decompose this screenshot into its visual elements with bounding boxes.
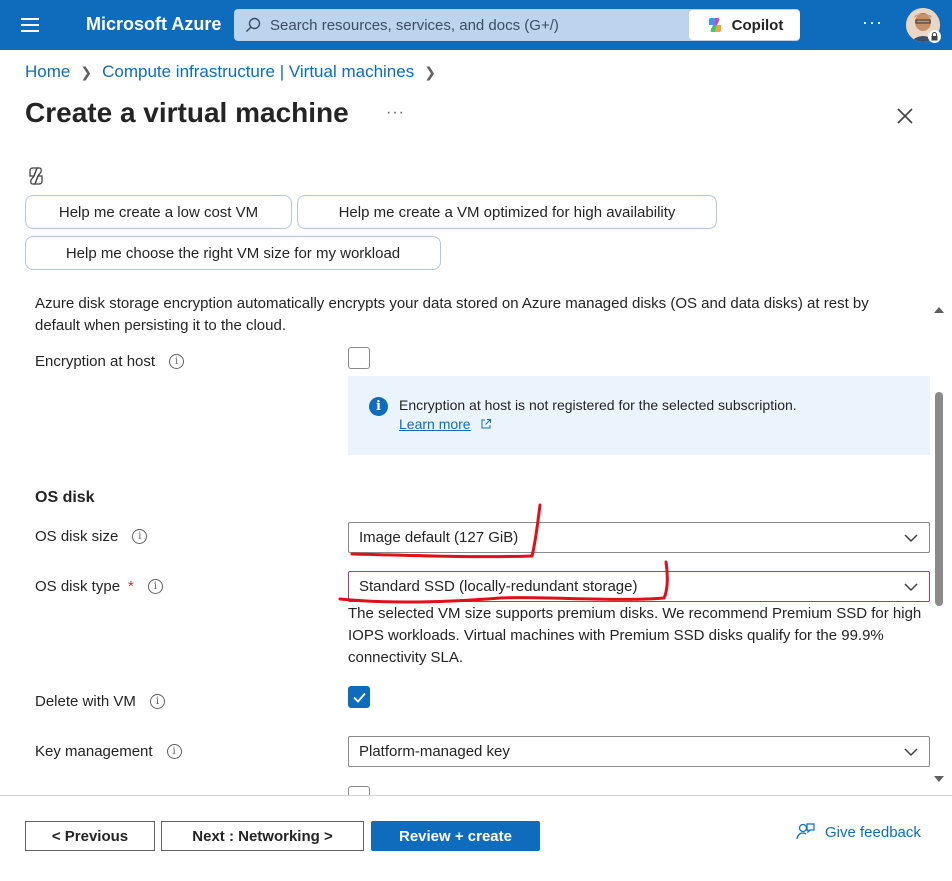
delete-with-vm-label: Delete with VM i xyxy=(35,693,165,710)
encryption-info-banner: i Encryption at host is not registered f… xyxy=(348,376,930,455)
key-management-dropdown[interactable]: Platform-managed key xyxy=(348,736,930,767)
info-icon[interactable]: i xyxy=(169,354,185,369)
info-icon[interactable]: i xyxy=(149,694,165,709)
next-networking-button[interactable]: Next : Networking > xyxy=(161,821,364,851)
copilot-button[interactable]: Copilot xyxy=(689,10,800,40)
os-disk-size-text: OS disk size xyxy=(35,528,119,545)
brand-title[interactable]: Microsoft Azure xyxy=(86,14,221,35)
os-disk-type-dropdown[interactable]: Standard SSD (locally-redundant storage) xyxy=(348,571,930,602)
suggestion-low-cost-vm[interactable]: Help me create a low cost VM xyxy=(25,195,292,229)
os-disk-type-value: Standard SSD (locally-redundant storage) xyxy=(359,578,638,595)
os-disk-size-label: OS disk size i xyxy=(35,528,148,545)
chevron-right-icon: ❯ xyxy=(80,63,93,80)
chevron-down-icon xyxy=(904,583,918,592)
search-input[interactable] xyxy=(270,9,710,41)
delete-with-vm-text: Delete with VM xyxy=(35,693,136,710)
encryption-at-host-checkbox[interactable] xyxy=(348,347,370,369)
breadcrumb-virtual-machines[interactable]: Compute infrastructure | Virtual machine… xyxy=(102,62,414,82)
page-title: Create a virtual machine xyxy=(25,97,349,128)
breadcrumb: Home ❯ Compute infrastructure | Virtual … xyxy=(25,62,446,82)
learn-more-link[interactable]: Learn more xyxy=(399,416,471,432)
search-icon xyxy=(246,17,261,32)
key-management-label: Key management i xyxy=(35,743,182,760)
os-disk-type-label: OS disk type * i xyxy=(35,578,163,595)
os-disk-type-text: OS disk type xyxy=(35,578,121,595)
chevron-down-icon xyxy=(904,534,918,543)
previous-button[interactable]: < Previous xyxy=(25,821,155,851)
review-create-button[interactable]: Review + create xyxy=(371,821,540,851)
suggestion-vm-size[interactable]: Help me choose the right VM size for my … xyxy=(25,236,441,270)
scroll-up-arrow-icon[interactable] xyxy=(933,305,945,315)
external-link-icon[interactable] xyxy=(480,418,492,430)
copilot-label: Copilot xyxy=(731,16,784,34)
breadcrumb-home[interactable]: Home xyxy=(25,62,70,82)
info-banner-message: Encryption at host is not registered for… xyxy=(399,397,797,413)
encryption-at-host-text: Encryption at host xyxy=(35,353,156,370)
encryption-at-host-label: Encryption at host i xyxy=(35,353,185,370)
os-disk-size-value: Image default (127 GiB) xyxy=(359,529,519,546)
top-bar: Microsoft Azure Copilot ··· xyxy=(0,0,952,50)
more-options-icon[interactable]: ··· xyxy=(862,12,883,33)
suggestion-high-availability-vm[interactable]: Help me create a VM optimized for high a… xyxy=(297,195,717,229)
disk-encryption-description: Azure disk storage encryption automatica… xyxy=(35,295,869,334)
delete-with-vm-checkbox[interactable] xyxy=(348,686,370,708)
give-feedback-link[interactable]: Give feedback xyxy=(795,822,921,842)
give-feedback-label: Give feedback xyxy=(825,823,921,841)
checkmark-icon xyxy=(353,692,366,703)
key-management-value: Platform-managed key xyxy=(359,743,510,760)
copilot-suggestion-icon xyxy=(29,167,43,185)
os-disk-section-title: OS disk xyxy=(35,489,95,506)
close-icon[interactable] xyxy=(894,105,916,127)
feedback-icon xyxy=(796,823,815,840)
footer-divider xyxy=(0,795,952,796)
info-filled-icon: i xyxy=(369,397,388,416)
copilot-logo-icon xyxy=(708,18,721,32)
info-icon[interactable]: i xyxy=(147,579,163,594)
info-icon[interactable]: i xyxy=(132,529,148,544)
scroll-down-arrow-icon[interactable] xyxy=(933,774,945,784)
required-marker: * xyxy=(128,578,134,595)
key-management-text: Key management xyxy=(35,743,153,760)
chevron-down-icon xyxy=(904,748,918,757)
scrollbar-thumb[interactable] xyxy=(935,392,943,606)
lock-icon xyxy=(928,30,941,43)
os-disk-size-dropdown[interactable]: Image default (127 GiB) xyxy=(348,522,930,553)
info-icon[interactable]: i xyxy=(166,744,182,759)
partial-checkbox[interactable] xyxy=(348,786,370,795)
os-disk-type-hint: The selected VM size supports premium di… xyxy=(348,605,922,666)
page-more-options-icon[interactable]: ··· xyxy=(386,104,405,122)
chevron-right-icon: ❯ xyxy=(424,63,436,80)
hamburger-menu-icon[interactable] xyxy=(12,13,48,37)
